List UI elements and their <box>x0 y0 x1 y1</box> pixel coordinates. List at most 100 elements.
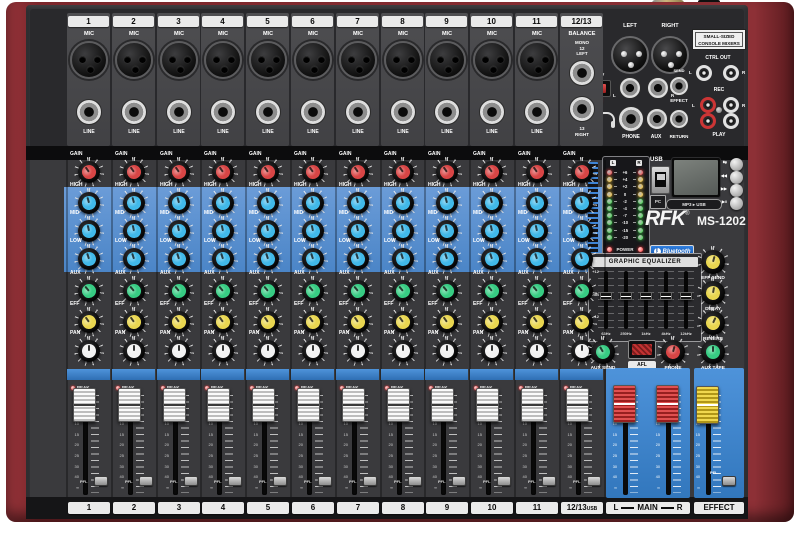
strip-divider <box>200 160 202 497</box>
knob-rotor <box>388 336 418 366</box>
meter-left-header: L <box>610 160 616 166</box>
effect-fader[interactable] <box>696 386 719 424</box>
reverb-knob[interactable] <box>697 307 729 339</box>
pfl-button-8[interactable] <box>408 476 422 486</box>
line-label: LINE <box>383 129 423 135</box>
meter-led <box>607 228 612 233</box>
mic-label: MIC <box>383 31 423 37</box>
pfl-button-effect[interactable] <box>722 476 736 486</box>
line-jack-input <box>390 99 416 125</box>
knob-pointer <box>402 345 404 351</box>
knob-pointer <box>357 345 359 351</box>
fader-cap-line <box>477 404 498 406</box>
pfl-label: PFL <box>259 479 267 484</box>
meter-led <box>607 220 612 225</box>
geq-slider-63hz[interactable] <box>600 292 612 300</box>
delay-knob[interactable] <box>697 277 729 309</box>
channel-fader-12-13[interactable] <box>566 388 589 422</box>
pfl-button-4[interactable] <box>228 476 242 486</box>
geq-slider-12khz[interactable] <box>680 292 692 300</box>
mic-label: MIC <box>427 31 467 37</box>
meter-scale-label: +2 <box>616 184 634 189</box>
pfl-button-9[interactable] <box>452 476 466 486</box>
channel-fader-6[interactable] <box>297 388 320 422</box>
channel-fader-8[interactable] <box>387 388 410 422</box>
pfl-label: PFL <box>710 470 718 475</box>
pfl-button-12-13[interactable] <box>587 476 601 486</box>
aux-send-knob[interactable] <box>587 336 619 368</box>
channel-fader-4[interactable] <box>207 388 230 422</box>
pfl-button-5[interactable] <box>273 476 287 486</box>
channel-fader-3[interactable] <box>163 388 186 422</box>
pfl-button-3[interactable] <box>184 476 198 486</box>
pfl-button-7[interactable] <box>363 476 377 486</box>
meter-led <box>607 235 612 240</box>
pfl-button-10[interactable] <box>497 476 511 486</box>
fader-cap-line <box>208 404 229 406</box>
geq-slider-track <box>664 271 668 329</box>
channel-fader-10[interactable] <box>476 388 499 422</box>
controls-layer: 1MICLINE2MICLINE3MICLINE4MICLINE5MICLINE… <box>0 0 800 538</box>
channel-fader-1[interactable] <box>73 388 96 422</box>
channel-label-3: 3 <box>158 502 200 514</box>
fader-cap-line <box>119 404 140 406</box>
pfl-label: PFL <box>80 479 88 484</box>
fader-strip-accent <box>425 369 468 380</box>
channel-fader-9[interactable] <box>431 388 454 422</box>
channel-fader-11[interactable] <box>521 388 544 422</box>
geq-slider-250hz[interactable] <box>620 292 632 300</box>
pan-knob-ch3[interactable] <box>164 336 194 366</box>
pan-knob-ch9[interactable] <box>432 336 462 366</box>
pfl-button-1[interactable] <box>94 476 108 486</box>
strip-divider <box>559 160 561 497</box>
pfl-button-6[interactable] <box>318 476 332 486</box>
pfl-button-11[interactable] <box>542 476 556 486</box>
knob-pointer <box>133 345 135 351</box>
geq-slider-track <box>684 271 688 329</box>
geq-slider-1khz[interactable] <box>640 292 652 300</box>
channel-number-6: 6 <box>292 16 333 27</box>
strip-divider <box>290 160 292 497</box>
channel-fader-5[interactable] <box>252 388 275 422</box>
meter-led <box>607 184 612 189</box>
geq-freq-label: 1kHz <box>635 331 657 336</box>
line-label: LINE <box>472 129 512 135</box>
pfl-label: PFL <box>573 479 581 484</box>
pfl-label: PFL <box>438 479 446 484</box>
channel-fader-7[interactable] <box>342 388 365 422</box>
mic-label: MIC <box>517 31 557 37</box>
phone-knob[interactable] <box>657 336 689 368</box>
knob-pointer <box>178 345 180 351</box>
pan-knob-ch2[interactable] <box>119 336 149 366</box>
channel-label-7: 7 <box>337 502 379 514</box>
pan-knob-ch1[interactable] <box>74 336 104 366</box>
knob-pointer <box>712 346 714 352</box>
channel-label-5: 5 <box>247 502 289 514</box>
meter-led <box>638 177 643 182</box>
pan-knob-ch8[interactable] <box>388 336 418 366</box>
main-fader-right[interactable] <box>656 385 679 423</box>
geq-slider-track <box>644 271 648 329</box>
main-fader-left[interactable] <box>613 385 636 423</box>
fader-strip-accent <box>470 369 513 380</box>
pan-knob-ch11[interactable] <box>522 336 552 366</box>
line-jack-input <box>300 99 326 125</box>
mic-xlr-input <box>384 41 422 79</box>
aux-tape-knob[interactable] <box>697 336 729 368</box>
pfl-button-2[interactable] <box>139 476 153 486</box>
pan-knob-ch6[interactable] <box>298 336 328 366</box>
channel-number-7: 7 <box>337 16 378 27</box>
channel-fader-2[interactable] <box>118 388 141 422</box>
channel-label-12-13: 12/13USB <box>561 502 603 514</box>
pan-knob-ch4[interactable] <box>208 336 238 366</box>
pan-knob-ch7[interactable] <box>343 336 373 366</box>
aux-tape-knob-label: AUX TAPE <box>689 366 737 371</box>
pan-knob-ch5[interactable] <box>253 336 283 366</box>
eff-send-knob[interactable] <box>697 246 729 278</box>
strip-divider <box>156 160 158 497</box>
fader-cap-line <box>614 403 635 405</box>
geq-slider-4khz[interactable] <box>660 292 672 300</box>
pan-knob-ch10[interactable] <box>477 336 507 366</box>
fader-strip-accent <box>515 369 558 380</box>
knob-rotor <box>298 336 328 366</box>
